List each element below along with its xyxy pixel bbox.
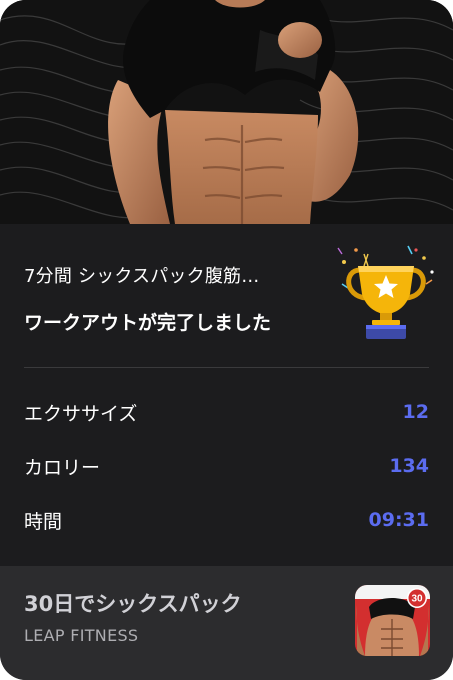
app-developer: LEAP FITNESS [24, 626, 139, 645]
stat-value-exercises: 12 [402, 401, 429, 423]
stat-value-calories: 134 [389, 455, 429, 477]
workout-share-card: 7分間 シックスパック腹筋… ワークアウトが完了しました エクササイズ 12 カ… [0, 0, 453, 680]
app-icon[interactable]: 30 [355, 585, 430, 656]
divider [24, 367, 429, 368]
app-icon-badge: 30 [411, 594, 423, 605]
stat-label-exercises: エクササイズ [24, 403, 138, 425]
trophy-icon [337, 245, 434, 339]
hero-image [0, 0, 453, 224]
workout-subtitle: 7分間 シックスパック腹筋… [24, 266, 260, 287]
stat-value-duration: 09:31 [368, 509, 429, 531]
stat-label-calories: カロリー [24, 457, 101, 479]
workout-complete-title: ワークアウトが完了しました [24, 312, 272, 334]
app-name[interactable]: 30日でシックスパック [24, 588, 242, 618]
stat-label-duration: 時間 [24, 511, 63, 533]
